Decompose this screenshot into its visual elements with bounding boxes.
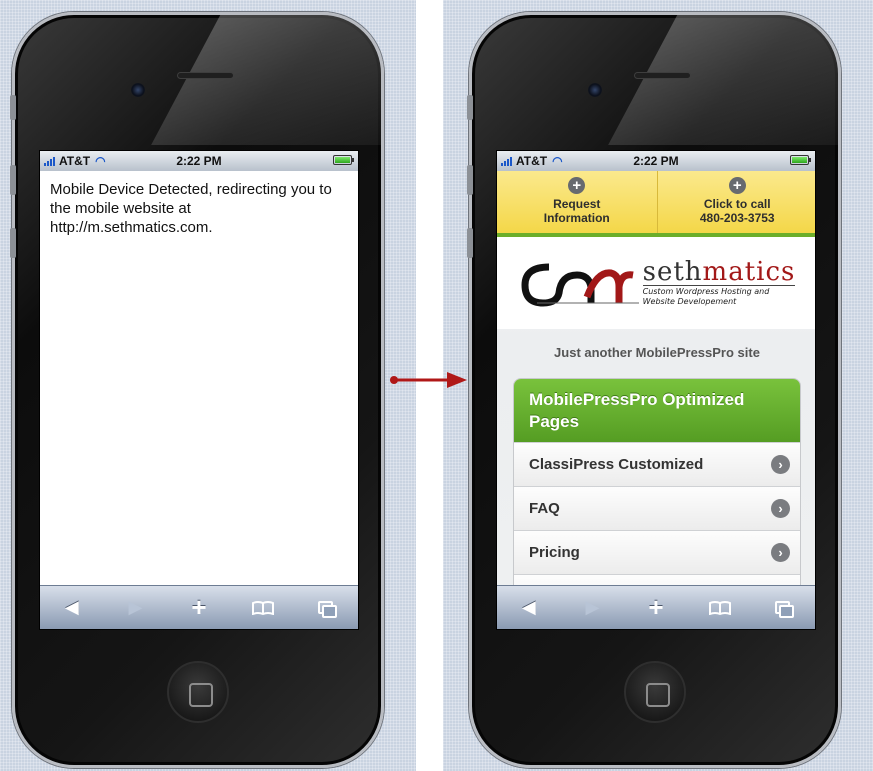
chevron-right-icon: › xyxy=(771,499,790,518)
request-information-button[interactable]: + Request Information xyxy=(497,171,657,233)
chevron-right-icon: › xyxy=(771,455,790,474)
wifi-icon: ◠ xyxy=(552,154,563,168)
phone-left: AT&T ◠ 2:22 PM Mobile Device Detected, r… xyxy=(12,12,384,768)
redirect-message: Mobile Device Detected, redirecting you … xyxy=(50,181,332,236)
menu-item-pricing[interactable]: Pricing › xyxy=(514,530,800,574)
chevron-right-icon: › xyxy=(771,543,790,562)
forward-icon[interactable]: ▶ xyxy=(115,593,155,623)
signal-icon xyxy=(44,156,56,166)
volume-up-button xyxy=(467,165,473,195)
click-to-call-button[interactable]: + Click to call 480-203-3753 xyxy=(656,171,816,233)
mute-switch xyxy=(10,95,16,120)
volume-up-button xyxy=(10,165,16,195)
browser-toolbar: ◀ ▶ + xyxy=(40,585,358,629)
volume-down-button xyxy=(467,228,473,258)
battery-icon xyxy=(333,155,354,165)
brand-tagline: Custom Wordpress Hosting and Website Dev… xyxy=(642,285,796,307)
volume-down-button xyxy=(10,228,16,258)
home-button[interactable] xyxy=(167,661,229,723)
back-icon[interactable]: ◀ xyxy=(52,593,92,623)
wifi-icon: ◠ xyxy=(95,154,106,168)
add-icon[interactable]: + xyxy=(179,592,219,623)
plus-circle-icon: + xyxy=(568,177,586,194)
action-bar: + Request Information + Click to call 48… xyxy=(497,171,816,237)
forward-icon[interactable]: ▶ xyxy=(572,593,612,623)
menu-header: MobilePressPro Optimized Pages xyxy=(514,379,800,442)
tabs-icon[interactable] xyxy=(306,593,346,623)
plus-circle-icon: + xyxy=(728,177,746,194)
menu-item-faq[interactable]: FAQ › xyxy=(514,486,800,530)
menu-item-classipress[interactable]: ClassiPress Customized › xyxy=(514,442,800,486)
earpiece xyxy=(177,72,234,79)
redirect-arrow xyxy=(390,372,467,388)
brand-name: sethmatics xyxy=(642,257,796,287)
camera xyxy=(131,83,145,97)
earpiece xyxy=(634,72,691,79)
tabs-icon[interactable] xyxy=(763,593,803,623)
carrier-label: AT&T xyxy=(516,154,548,168)
status-bar: AT&T ◠ 2:22 PM xyxy=(497,151,815,171)
home-button[interactable] xyxy=(624,661,686,723)
site-logo[interactable]: sethmatics Custom Wordpress Hosting and … xyxy=(497,237,815,329)
carrier-label: AT&T xyxy=(59,154,91,168)
phone-right: AT&T ◠ 2:22 PM + Request Information + C… xyxy=(469,12,841,768)
site-tagline: Just another MobilePressPro site xyxy=(554,345,760,360)
logo-mark-icon xyxy=(521,263,639,307)
add-icon[interactable]: + xyxy=(636,592,676,623)
mute-switch xyxy=(467,95,473,120)
pages-menu: MobilePressPro Optimized Pages ClassiPre… xyxy=(513,378,801,587)
camera xyxy=(588,83,602,97)
mobile-page[interactable]: + Request Information + Click to call 48… xyxy=(497,171,816,587)
screen-left: AT&T ◠ 2:22 PM Mobile Device Detected, r… xyxy=(39,150,359,630)
bookmarks-icon[interactable] xyxy=(243,593,283,623)
signal-icon xyxy=(501,156,513,166)
browser-toolbar: ◀ ▶ + xyxy=(497,585,815,629)
screen-right: AT&T ◠ 2:22 PM + Request Information + C… xyxy=(496,150,816,630)
back-icon[interactable]: ◀ xyxy=(509,593,549,623)
bookmarks-icon[interactable] xyxy=(700,593,740,623)
status-bar: AT&T ◠ 2:22 PM xyxy=(40,151,358,171)
battery-icon xyxy=(790,155,811,165)
